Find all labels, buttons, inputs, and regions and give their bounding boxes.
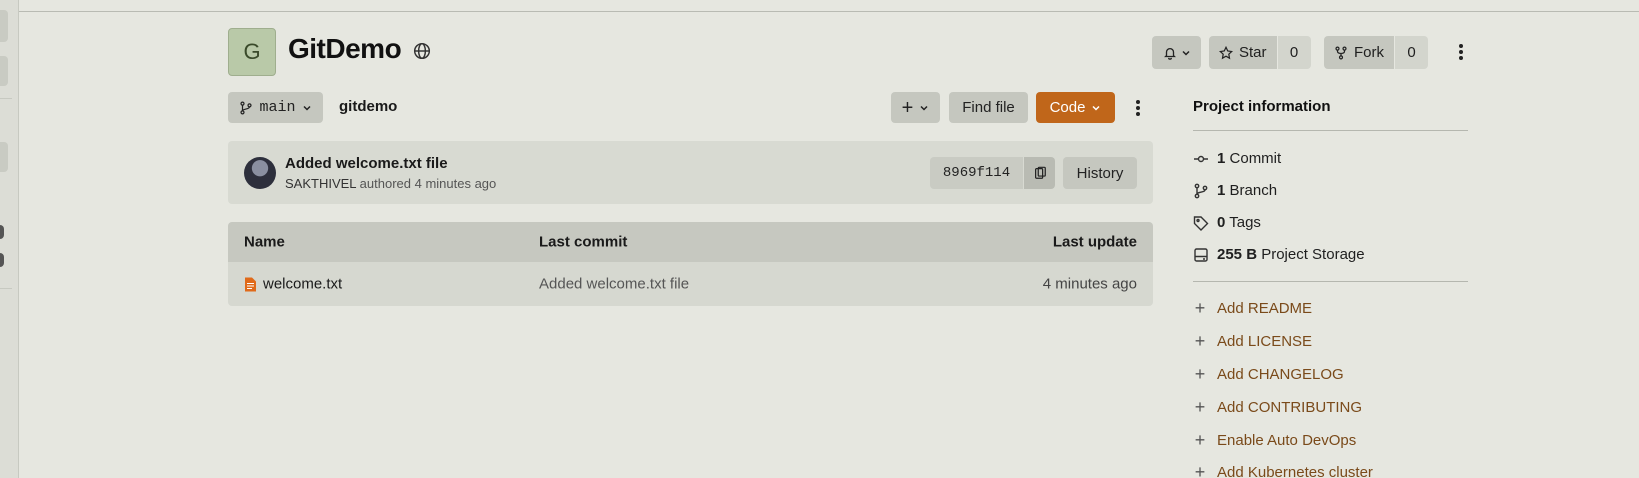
plus-icon: +	[901, 96, 914, 119]
file-last-commit[interactable]: Added welcome.txt file	[539, 276, 689, 293]
star-count[interactable]: 0	[1277, 36, 1311, 69]
branch-selector[interactable]: main	[228, 92, 323, 123]
fork-icon	[1335, 46, 1347, 59]
commit-author[interactable]: SAKTHIVEL	[285, 176, 356, 191]
fork-count[interactable]: 0	[1395, 36, 1428, 69]
repo-actions-kebab-icon[interactable]	[1135, 98, 1141, 118]
branch-name: main	[259, 99, 296, 116]
stat-commits[interactable]: 1 Commit	[1193, 150, 1281, 167]
add-changelog-link[interactable]: + Add CHANGELOG	[1193, 365, 1344, 383]
commit-sha[interactable]: 8969f114	[930, 157, 1023, 189]
header-name: Name	[244, 233, 285, 251]
clipboard-icon	[1034, 166, 1046, 179]
code-label: Code	[1049, 99, 1086, 116]
project-avatar: G	[228, 28, 276, 76]
plus-icon: +	[1194, 331, 1206, 351]
commit-meta: SAKTHIVEL authored 4 minutes ago	[285, 176, 496, 191]
fork-button-group[interactable]: Fork 0	[1324, 36, 1428, 69]
notification-button[interactable]	[1152, 36, 1201, 69]
collapsed-sidebar	[0, 0, 19, 478]
add-license-link[interactable]: + Add LICENSE	[1193, 332, 1312, 350]
history-button[interactable]: History	[1063, 157, 1137, 189]
chevron-down-icon	[1092, 105, 1100, 111]
globe-icon	[413, 42, 431, 60]
add-new-button[interactable]: +	[891, 92, 940, 123]
fork-label: Fork	[1354, 44, 1384, 61]
commit-icon	[1194, 155, 1208, 162]
branch-icon	[1194, 183, 1208, 198]
breadcrumb[interactable]: gitdemo	[339, 98, 397, 115]
author-avatar[interactable]	[244, 157, 276, 189]
star-button-group[interactable]: Star 0	[1209, 36, 1311, 69]
stat-storage[interactable]: 255 B Project Storage	[1193, 246, 1365, 263]
stat-tags[interactable]: 0 Tags	[1193, 214, 1261, 231]
star-label: Star	[1239, 44, 1267, 61]
plus-icon: +	[1194, 364, 1206, 384]
sidebar-avatar[interactable]	[0, 225, 4, 239]
find-file-button[interactable]: Find file	[949, 92, 1028, 123]
plus-icon: +	[1194, 397, 1206, 417]
header-last-commit: Last commit	[539, 233, 628, 251]
file-text-icon	[245, 277, 256, 291]
sidebar-divider	[0, 98, 12, 99]
last-commit-panel: Added welcome.txt file SAKTHIVEL authore…	[228, 141, 1153, 204]
bell-icon	[1163, 47, 1176, 60]
chevron-down-icon	[920, 105, 928, 111]
plus-icon: +	[1194, 462, 1206, 478]
commit-authored-time: authored 4 minutes ago	[359, 176, 497, 191]
tag-icon	[1193, 215, 1209, 231]
top-divider	[0, 11, 1639, 12]
star-icon	[1219, 45, 1233, 59]
project-info-title: Project information	[1193, 98, 1331, 115]
table-row[interactable]: welcome.txt Added welcome.txt file 4 min…	[228, 262, 1153, 306]
storage-icon	[1194, 247, 1208, 262]
copy-sha-button[interactable]	[1024, 157, 1055, 189]
file-name[interactable]: welcome.txt	[263, 276, 342, 293]
fork-button[interactable]: Fork	[1324, 36, 1394, 69]
file-last-update: 4 minutes ago	[1042, 275, 1137, 293]
add-contributing-link[interactable]: + Add CONTRIBUTING	[1193, 398, 1362, 416]
star-button[interactable]: Star	[1209, 36, 1277, 69]
file-table: Name Last commit Last update welcome.txt…	[228, 222, 1153, 306]
project-title[interactable]: GitDemo	[288, 33, 402, 65]
add-readme-link[interactable]: + Add README	[1193, 299, 1312, 317]
header-last-update: Last update	[1052, 233, 1137, 251]
enable-auto-devops-link[interactable]: + Enable Auto DevOps	[1193, 430, 1357, 450]
file-name-cell[interactable]: welcome.txt	[244, 276, 342, 293]
more-actions-kebab-icon[interactable]	[1458, 42, 1464, 62]
chevron-down-icon	[302, 105, 311, 111]
sidebar-nav-item[interactable]	[0, 56, 8, 86]
table-header: Name Last commit Last update	[228, 222, 1153, 262]
branch-icon	[240, 101, 253, 114]
plus-icon: +	[1194, 430, 1206, 450]
code-button[interactable]: Code	[1036, 92, 1115, 123]
sidebar-divider	[1193, 130, 1468, 131]
plus-icon: +	[1194, 298, 1206, 318]
commit-title[interactable]: Added welcome.txt file	[285, 155, 448, 172]
sidebar-avatar[interactable]	[0, 253, 4, 267]
sidebar-divider	[1193, 281, 1468, 282]
add-kubernetes-cluster-link[interactable]: + Add Kubernetes cluster	[1193, 463, 1373, 478]
sidebar-nav-item[interactable]	[0, 10, 8, 42]
chevron-down-icon	[1181, 50, 1190, 56]
sidebar-divider	[0, 288, 12, 289]
stat-branches[interactable]: 1 Branch	[1193, 182, 1277, 199]
sidebar-nav-item[interactable]	[0, 142, 8, 172]
